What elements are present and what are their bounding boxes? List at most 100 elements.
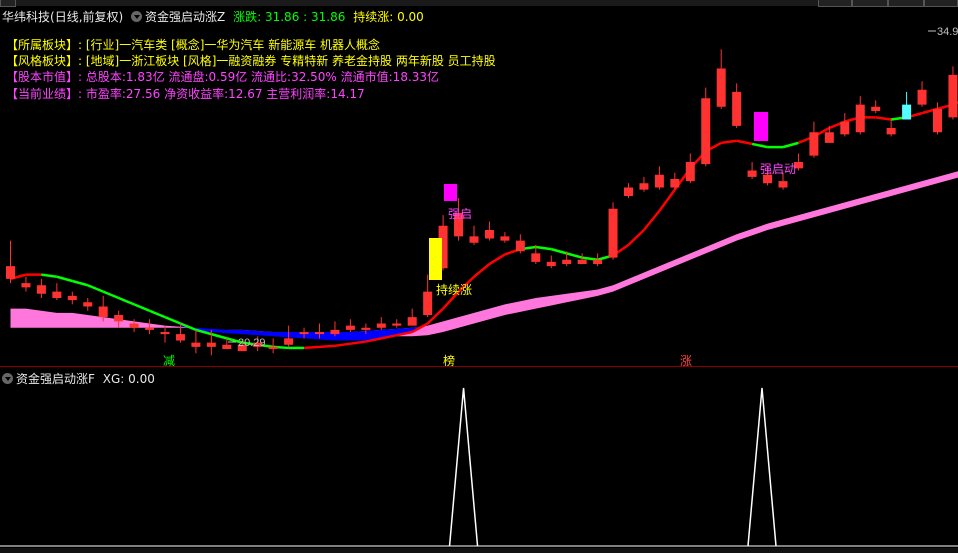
candle-body [562,259,572,264]
change-sep: : [303,10,308,24]
panel-divider[interactable] [0,366,958,367]
candle-body [67,295,77,301]
ma-line-segment [334,342,351,348]
bottom-status-bar [0,548,958,553]
ma-line-segment [658,188,676,212]
candle-body [886,128,896,135]
change-label: 涨跌: [233,10,262,24]
candle-body [206,342,216,347]
signal-strong-start: 强启 [448,207,472,221]
band-area [10,171,958,338]
candle-body [840,121,850,135]
candle-body [948,74,958,118]
candle-body [21,283,31,288]
candle-body [191,342,201,347]
candle-body [222,344,232,349]
ma-line-segment [488,253,506,266]
candle-body [6,266,15,279]
ma-line-segment [102,290,120,300]
axis-mark-3: 涨 [680,353,692,366]
ma-line-segment [350,340,367,345]
axis-mark-1: 减 [163,354,175,366]
ma-line-segment [566,252,583,259]
persist-label: 持续涨: [353,10,394,24]
ma-line-segment [303,345,320,350]
indicator-chart[interactable] [0,384,958,548]
change-value: 31.86 [264,10,300,24]
candle-body [902,104,912,120]
candle-body [778,181,788,188]
candle-body [855,104,865,133]
candle-body [361,327,371,330]
candle-body [639,183,649,190]
candle-body [809,132,819,156]
chart-header: 华纬科技(日线,前复权) 资金强启动涨Z 涨跌: 31.86 : 31.86 持… [2,8,424,25]
dropdown-icon[interactable] [131,11,143,22]
xg-spike [448,387,479,547]
candle-body [129,323,139,328]
axis-mark-2: 榜 [443,353,455,366]
candle-body [824,132,834,143]
change-value-2: 31.86 [311,10,346,24]
signal-strong-start-2: 强启动 [760,162,796,176]
price-chart[interactable]: 34.9 20.29 强启 强启动 持续涨 减 榜 涨 [0,26,958,366]
toolbar-button[interactable] [852,0,888,7]
candle-body [515,240,525,252]
candle-layer [6,49,958,356]
candle-body [284,338,294,345]
candle-body [407,317,417,326]
candle-body [608,208,618,258]
signal-bar-magenta [444,184,457,201]
signal-bar-magenta [754,112,768,141]
candle-body [52,291,62,298]
ma-line-segment [211,332,228,340]
ma-line-segment [473,263,491,278]
toolbar-button[interactable] [924,0,958,7]
candle-body [98,306,108,318]
ma-line-segment [149,309,166,319]
candle-body [716,68,726,107]
top-toolbar [0,0,958,7]
candle-body [160,332,170,335]
ma-line-segment [87,284,104,293]
candle-body [392,323,402,326]
candle-body [500,236,510,241]
candle-body [732,91,742,126]
candle-body [654,174,664,188]
chart-mode: (日线,前复权) [50,10,124,24]
ma-line-segment [41,273,58,278]
ma-line-segment [550,247,568,255]
candle-body [423,291,433,315]
candle-body [315,332,324,335]
ma-line-segment [642,210,661,231]
ma-line-segment [164,315,181,325]
ma-line-segment [133,303,151,312]
low-price-label: 20.29 [238,337,266,349]
indicator-name[interactable]: 资金强启动涨Z [145,10,225,24]
toolbar-button[interactable] [888,0,924,7]
candle-body [330,329,340,335]
candle-body [670,179,680,188]
candle-body [546,261,556,267]
stock-name[interactable]: 华纬科技 [2,10,50,24]
high-price-label: 34.9 [937,26,958,38]
candle-body [175,334,185,341]
toolbar-button[interactable] [818,0,852,7]
ma-line-segment [736,139,753,146]
ma-line-segment [535,245,552,251]
candle-body [469,236,479,243]
signal-persist: 持续涨 [436,282,472,297]
candle-body [917,89,927,105]
candle-body [763,174,773,184]
dropdown-icon[interactable] [2,373,13,384]
persist-value: 0.00 [397,10,424,24]
candle-body [36,285,46,294]
ma-line-segment [319,344,336,349]
candle-body [83,302,93,307]
xg-spike [747,387,777,547]
candle-body [747,170,757,177]
candle-body [624,187,633,196]
toolbar-button[interactable] [0,0,16,7]
ma-line-segment [721,139,737,145]
ma-line-segment [71,279,89,287]
